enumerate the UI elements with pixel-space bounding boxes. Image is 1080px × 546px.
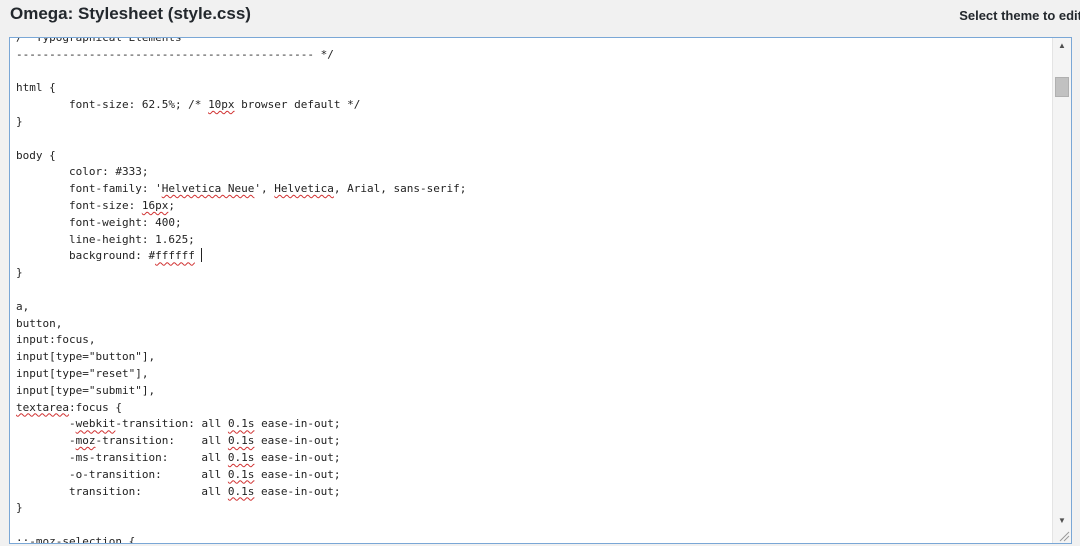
code-line: body {: [16, 148, 56, 162]
code-line: font-size: 16px;: [16, 198, 175, 212]
scroll-up-icon[interactable]: ▲: [1053, 38, 1071, 54]
code-content[interactable]: /* Typographical Elements ---------------…: [16, 37, 1047, 544]
code-line: html {: [16, 81, 56, 95]
code-line: ----------------------------------------…: [16, 47, 334, 61]
code-line: color: #333;: [16, 165, 149, 179]
code-line: font-size: 62.5%; /* 10px browser defaul…: [16, 98, 361, 112]
code-line: -moz-transition: all 0.1s ease-in-out;: [16, 434, 341, 448]
select-theme-label: Select theme to edit: [959, 8, 1080, 23]
code-line: font-weight: 400;: [16, 215, 182, 229]
code-line: input:focus,: [16, 333, 96, 347]
scroll-down-icon[interactable]: ▼: [1053, 513, 1071, 529]
code-line: input[type="submit"],: [16, 383, 156, 397]
code-line: button,: [16, 316, 63, 330]
code-line: -o-transition: all 0.1s ease-in-out;: [16, 467, 341, 481]
code-line: font-family: 'Helvetica Neue', Helvetica…: [16, 182, 467, 196]
code-line: }: [16, 266, 23, 280]
code-line: a,: [16, 299, 30, 313]
code-line: ::-moz-selection {: [16, 534, 136, 544]
vertical-scrollbar[interactable]: ▲ ▼: [1052, 38, 1071, 543]
code-line: background: #ffffff: [16, 248, 1047, 265]
code-line: /* Typographical Elements: [16, 37, 182, 44]
code-editor-textarea[interactable]: /* Typographical Elements ---------------…: [9, 37, 1072, 544]
code-line: input[type="reset"],: [16, 366, 149, 380]
code-line: textarea:focus {: [16, 400, 122, 414]
code-line: input[type="button"],: [16, 350, 156, 364]
text-caret: [200, 248, 202, 263]
page-title: Omega: Stylesheet (style.css): [10, 4, 251, 23]
resize-grip-icon[interactable]: [1056, 528, 1070, 542]
scroll-thumb[interactable]: [1055, 77, 1069, 97]
code-line: line-height: 1.625;: [16, 232, 195, 246]
code-line: -ms-transition: all 0.1s ease-in-out;: [16, 450, 341, 464]
code-line: }: [16, 114, 23, 128]
code-line: }: [16, 501, 23, 515]
code-line: -webkit-transition: all 0.1s ease-in-out…: [16, 417, 341, 431]
code-line: transition: all 0.1s ease-in-out;: [16, 484, 341, 498]
